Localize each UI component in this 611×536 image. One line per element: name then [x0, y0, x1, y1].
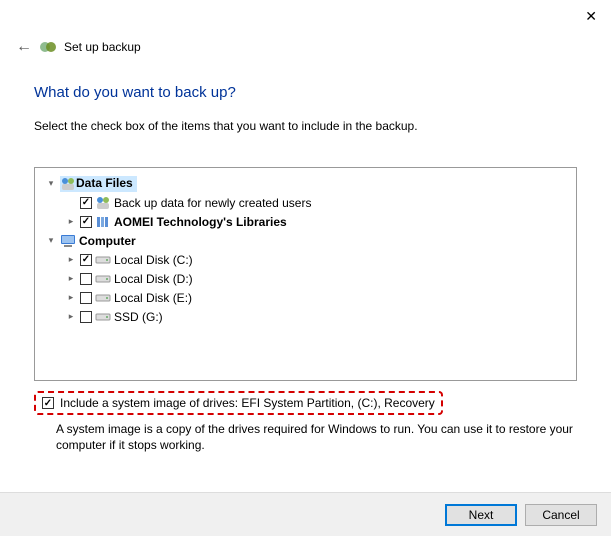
- system-image-checkbox[interactable]: [42, 397, 54, 409]
- checkbox[interactable]: [80, 254, 92, 266]
- users-icon: [60, 176, 76, 192]
- expander-icon[interactable]: ▸: [65, 273, 77, 284]
- expander-icon[interactable]: ▾: [45, 235, 57, 246]
- back-arrow-icon[interactable]: ←: [16, 38, 32, 56]
- expander-icon[interactable]: ▾: [45, 178, 57, 189]
- drive-icon: [95, 290, 111, 306]
- instruction-text: Select the check box of the items that y…: [34, 119, 577, 133]
- system-image-description: A system image is a copy of the drives r…: [34, 421, 577, 453]
- expander-icon[interactable]: ▸: [65, 216, 77, 227]
- tree-node-computer[interactable]: Computer: [79, 234, 136, 248]
- tree-node-new-users[interactable]: Back up data for newly created users: [114, 196, 311, 210]
- close-button[interactable]: ✕: [585, 8, 597, 25]
- users-icon: [95, 195, 111, 211]
- drive-icon: [95, 252, 111, 268]
- expander-icon[interactable]: ▸: [65, 311, 77, 322]
- library-icon: [95, 214, 111, 230]
- tree-node-drive-g[interactable]: SSD (G:): [114, 310, 163, 324]
- cancel-button[interactable]: Cancel: [525, 504, 597, 526]
- checkbox[interactable]: [80, 273, 92, 285]
- tree-node-drive-e[interactable]: Local Disk (E:): [114, 291, 192, 305]
- tree-node-libraries[interactable]: AOMEI Technology's Libraries: [114, 215, 287, 229]
- tree-node-drive-c[interactable]: Local Disk (C:): [114, 253, 193, 267]
- expander-icon[interactable]: ▸: [65, 292, 77, 303]
- tree-node-data-files[interactable]: Data Files: [76, 176, 133, 192]
- next-button[interactable]: Next: [445, 504, 517, 526]
- drive-icon: [95, 271, 111, 287]
- checkbox[interactable]: [80, 197, 92, 209]
- checkbox[interactable]: [80, 292, 92, 304]
- system-image-option: Include a system image of drives: EFI Sy…: [34, 391, 443, 415]
- header-title: Set up backup: [64, 40, 141, 54]
- backup-icon: [40, 39, 56, 55]
- dialog-footer: Next Cancel: [0, 492, 611, 536]
- wizard-header: ← Set up backup: [0, 0, 611, 56]
- computer-icon: [60, 233, 76, 249]
- page-heading: What do you want to back up?: [34, 84, 577, 101]
- backup-items-tree[interactable]: ▾ Data Files ▸ Back up data for newly cr…: [34, 167, 577, 381]
- expander-icon[interactable]: ▸: [65, 254, 77, 265]
- checkbox[interactable]: [80, 216, 92, 228]
- tree-node-drive-d[interactable]: Local Disk (D:): [114, 272, 193, 286]
- system-image-label[interactable]: Include a system image of drives: EFI Sy…: [60, 396, 435, 410]
- drive-icon: [95, 309, 111, 325]
- checkbox[interactable]: [80, 311, 92, 323]
